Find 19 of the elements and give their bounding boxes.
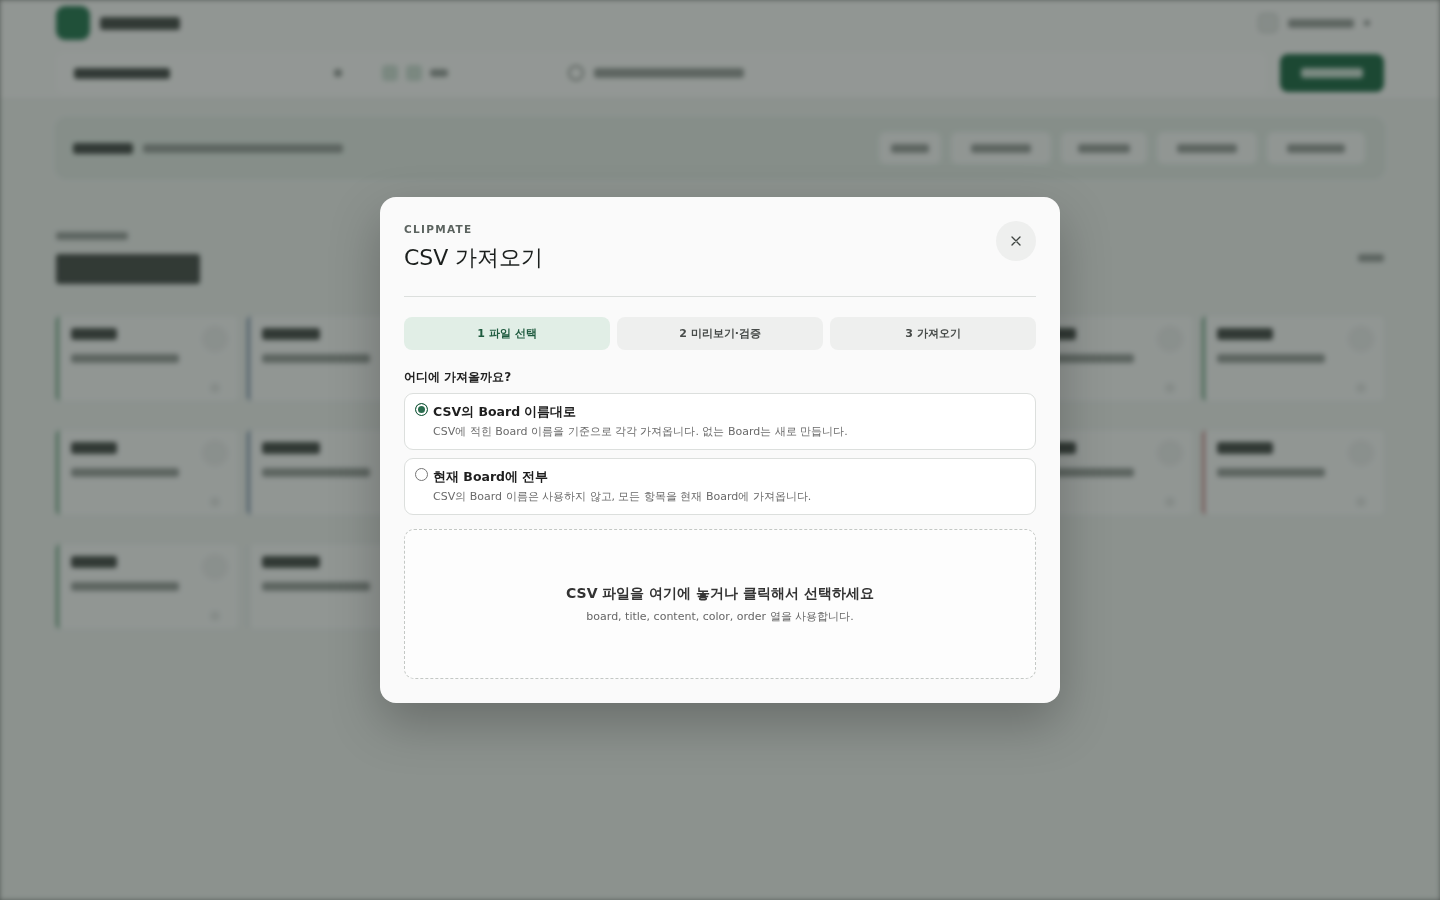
close-icon (1011, 236, 1021, 246)
dropzone-title: CSV 파일을 여기에 놓거나 클릭해서 선택하세요 (566, 584, 874, 603)
dropzone-hint: board, title, content, color, order 열을 사용합니다. (586, 609, 854, 625)
import-option-card[interactable]: CSV의 Board 이름대로 CSV에 적힌 Board 이름을 기준으로 각각 가져옵니다. 없는 Board는 새로 만듭니다. (404, 393, 1036, 450)
step-tab[interactable]: 2 미리보기·검증 (617, 317, 823, 350)
dialog-eyebrow: CLIPMATE (404, 222, 473, 236)
radio-button[interactable] (415, 403, 428, 416)
file-dropzone[interactable]: CSV 파일을 여기에 놓거나 클릭해서 선택하세요 board, title, content, color, order 열을 사용합니다. (404, 529, 1036, 679)
target-question: 어디에 가져올까요? (404, 369, 512, 386)
dialog-title: CSV 가져오기 (404, 244, 544, 272)
close-button[interactable] (996, 221, 1036, 261)
step-tab[interactable]: 3 가져오기 (830, 317, 1036, 350)
option-description: CSV에 적힌 Board 이름을 기준으로 각각 가져옵니다. 없는 Board는 새로 만듭니다. (433, 424, 848, 440)
option-title: CSV의 Board 이름대로 (433, 403, 577, 421)
step-tab[interactable]: 1 파일 선택 (404, 317, 610, 350)
radio-button[interactable] (415, 468, 428, 481)
option-description: CSV의 Board 이름은 사용하지 않고, 모든 항목을 현재 Board에 가져옵니다. (433, 489, 812, 505)
import-option-card[interactable]: 현재 Board에 전부 CSV의 Board 이름은 사용하지 않고, 모든 항목을 현재 Board에 가져옵니다. (404, 458, 1036, 515)
option-title: 현재 Board에 전부 (433, 468, 549, 486)
